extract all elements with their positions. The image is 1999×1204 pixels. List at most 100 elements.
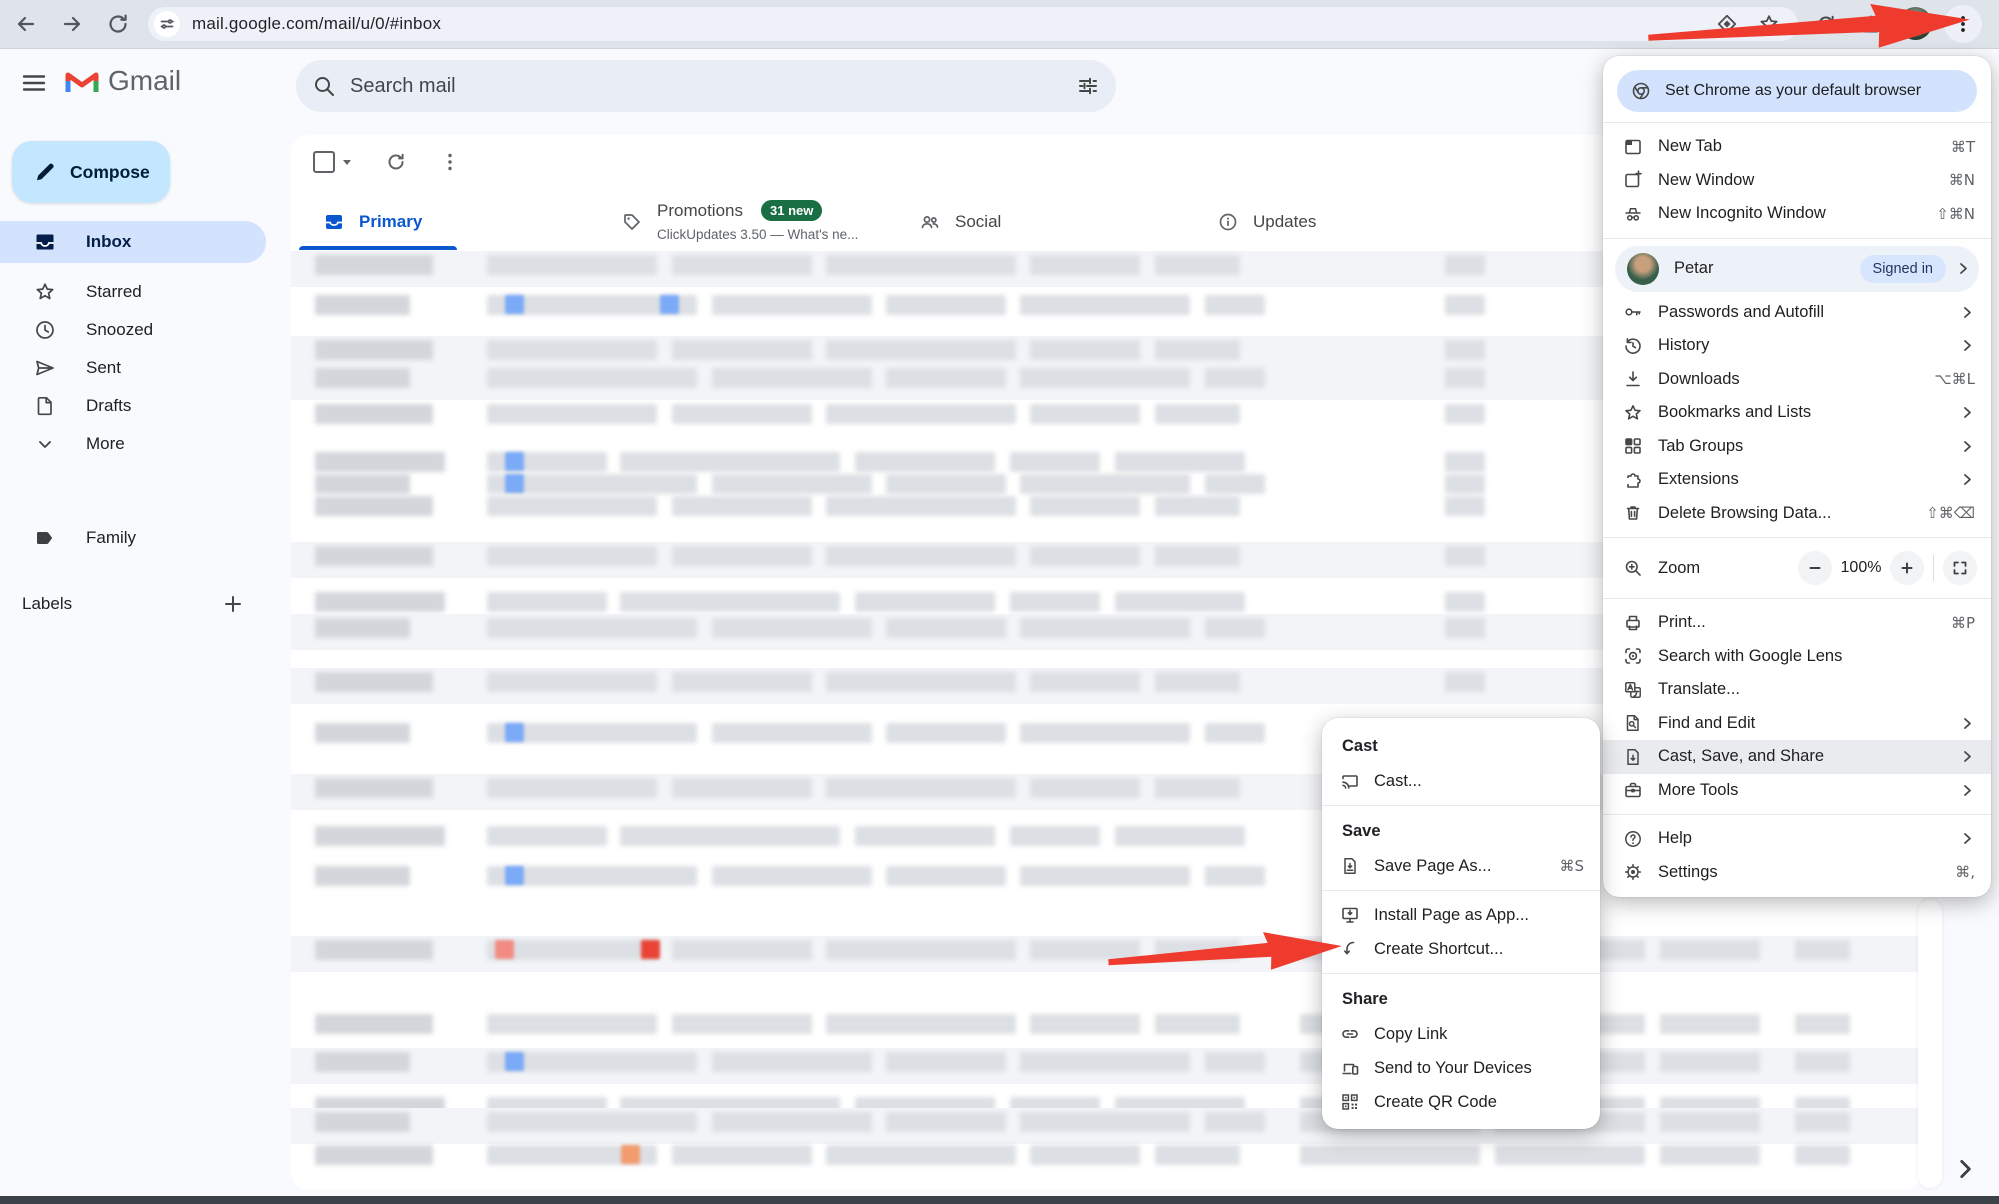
search-bar[interactable]: Search mail <box>296 60 1116 112</box>
list-toolbar <box>313 147 461 177</box>
tab-updates[interactable]: Updates <box>1185 193 1483 250</box>
set-default-browser-button[interactable]: Set Chrome as your default browser <box>1617 70 1977 112</box>
submenu-item-save-page-as[interactable]: Save Page As... ⌘S <box>1322 849 1600 883</box>
menu-item-more-tools[interactable]: More Tools <box>1603 774 1991 808</box>
cast-icon <box>1340 771 1360 791</box>
tab-promotions[interactable]: Promotions 31 new ClickUpdates 3.50 — Wh… <box>589 193 887 250</box>
submenu-item-send-to-devices[interactable]: Send to Your Devices <box>1322 1051 1600 1085</box>
next-page-chevron-icon[interactable] <box>1952 1156 1978 1182</box>
email-snippet-blurred <box>487 618 697 638</box>
email-snippet-blurred <box>487 255 657 275</box>
scrollbar[interactable] <box>1918 900 1942 1188</box>
compose-button[interactable]: Compose <box>12 141 170 203</box>
select-all-checkbox[interactable] <box>313 151 335 173</box>
sidebar-item-starred[interactable]: Starred <box>0 271 266 313</box>
add-label-icon[interactable] <box>222 593 244 615</box>
sidebar-item-label: Starred <box>86 282 142 302</box>
clock-icon <box>34 319 56 341</box>
email-sender-blurred <box>315 1145 433 1165</box>
search-options-icon[interactable] <box>1076 74 1100 98</box>
menu-item-new-window[interactable]: New Window ⌘N <box>1603 164 1991 198</box>
star-icon <box>1623 403 1643 423</box>
email-snippet-blurred <box>826 546 1016 566</box>
url-text[interactable]: mail.google.com/mail/u/0/#inbox <box>192 14 441 34</box>
sidebar-item-sent[interactable]: Sent <box>0 347 266 389</box>
submenu-item-install-page-as-app[interactable]: Install Page as App... <box>1322 898 1600 932</box>
tab-primary[interactable]: Primary <box>291 193 589 250</box>
email-snippet-blurred <box>1010 826 1100 846</box>
tab-social[interactable]: Social <box>887 193 1185 250</box>
email-snippet-blurred <box>487 778 657 798</box>
menu-item-extensions[interactable]: Extensions <box>1603 463 1991 497</box>
email-snippet-blurred <box>1155 778 1240 798</box>
email-snippet-blurred <box>1155 1014 1240 1034</box>
submenu-item-cast[interactable]: Cast... <box>1322 764 1600 798</box>
refresh-icon[interactable] <box>385 151 407 173</box>
email-snippet-blurred <box>886 723 1006 743</box>
email-snippet-blurred <box>1445 672 1485 692</box>
site-info-icon[interactable] <box>154 11 180 37</box>
email-snippet-blurred <box>1300 1145 1480 1165</box>
submenu-item-create-shortcut[interactable]: Create Shortcut... <box>1322 932 1600 966</box>
screen: mail.google.com/mail/u/0/#inbox Gmail Se… <box>0 0 1999 1204</box>
forward-icon[interactable] <box>60 12 84 36</box>
sidebar-item-drafts[interactable]: Drafts <box>0 385 266 427</box>
chevron-right-icon <box>1960 439 1975 454</box>
fullscreen-button[interactable] <box>1943 551 1977 585</box>
menu-item-new-tab[interactable]: New Tab ⌘T <box>1603 130 1991 164</box>
sidebar-item-more[interactable]: More <box>0 423 266 465</box>
menu-item-bookmarks[interactable]: Bookmarks and Lists <box>1603 396 1991 430</box>
menu-item-help[interactable]: Help <box>1603 822 1991 856</box>
menu-item-history[interactable]: History <box>1603 329 1991 363</box>
menu-item-search-with-google-lens[interactable]: Search with Google Lens <box>1603 640 1991 674</box>
menu-item-tab-groups[interactable]: Tab Groups <box>1603 430 1991 464</box>
sidebar-item-family-label[interactable]: Family <box>0 517 266 559</box>
chevron-down-icon <box>34 433 56 455</box>
menu-item-cast-save-share[interactable]: Cast, Save, and Share <box>1603 740 1991 774</box>
hamburger-menu-icon[interactable] <box>20 69 48 97</box>
help-icon <box>1623 829 1643 849</box>
menu-profile-row[interactable]: Petar Signed in <box>1615 246 1979 292</box>
inbox-tabs: Primary Promotions 31 new ClickUpdates 3… <box>291 193 1551 250</box>
zoom-in-button[interactable] <box>1890 551 1924 585</box>
new-count-badge: 31 new <box>761 200 822 221</box>
email-snippet-blurred <box>1205 866 1265 886</box>
submenu-header-share: Share <box>1322 981 1600 1017</box>
menu-item-find-and-edit[interactable]: Find and Edit <box>1603 707 1991 741</box>
zoom-out-button[interactable] <box>1798 551 1832 585</box>
sidebar-item-snoozed[interactable]: Snoozed <box>0 309 266 351</box>
submenu-item-create-qr-code[interactable]: Create QR Code <box>1322 1085 1600 1119</box>
labels-header: Labels <box>22 593 262 615</box>
menu-item-translate[interactable]: Translate... <box>1603 673 1991 707</box>
menu-item-new-incognito-window[interactable]: New Incognito Window ⇧⌘N <box>1603 197 1991 231</box>
sidebar-item-label: Sent <box>86 358 121 378</box>
sidebar-item-inbox[interactable]: Inbox <box>0 221 266 263</box>
menu-item-downloads[interactable]: Downloads ⌥⌘L <box>1603 363 1991 397</box>
search-icon[interactable] <box>312 74 336 98</box>
url-bar[interactable]: mail.google.com/mail/u/0/#inbox <box>148 7 1798 41</box>
email-snippet-blurred <box>672 778 812 798</box>
menu-item-passwords[interactable]: Passwords and Autofill <box>1603 296 1991 330</box>
email-snippet-blurred <box>1795 1145 1850 1165</box>
pencil-icon <box>34 161 56 183</box>
tab-label: Primary <box>359 212 422 232</box>
menu-item-delete-browsing-data[interactable]: Delete Browsing Data... ⇧⌘⌫ <box>1603 497 1991 531</box>
more-options-icon[interactable] <box>439 151 461 173</box>
search-input[interactable]: Search mail <box>350 75 1076 98</box>
menu-item-settings[interactable]: Settings ⌘, <box>1603 856 1991 890</box>
email-snippet-blurred <box>1445 546 1485 566</box>
submenu-item-copy-link[interactable]: Copy Link <box>1322 1017 1600 1051</box>
download-icon <box>1623 369 1643 389</box>
briefcase-icon <box>1623 780 1643 800</box>
back-icon[interactable] <box>14 12 38 36</box>
submenu-header-cast: Cast <box>1322 728 1600 764</box>
reload-icon[interactable] <box>106 12 130 36</box>
primary-tab-icon <box>323 211 345 233</box>
select-caret-icon[interactable] <box>341 156 353 168</box>
menu-item-print[interactable]: Print... ⌘P <box>1603 606 1991 640</box>
email-snippet-blurred <box>1030 1145 1140 1165</box>
email-snippet-blurred <box>1030 1014 1140 1034</box>
email-snippet-blurred <box>1030 404 1140 424</box>
email-snippet-blurred <box>1205 1052 1265 1072</box>
email-snippet-blurred <box>1020 1112 1190 1132</box>
